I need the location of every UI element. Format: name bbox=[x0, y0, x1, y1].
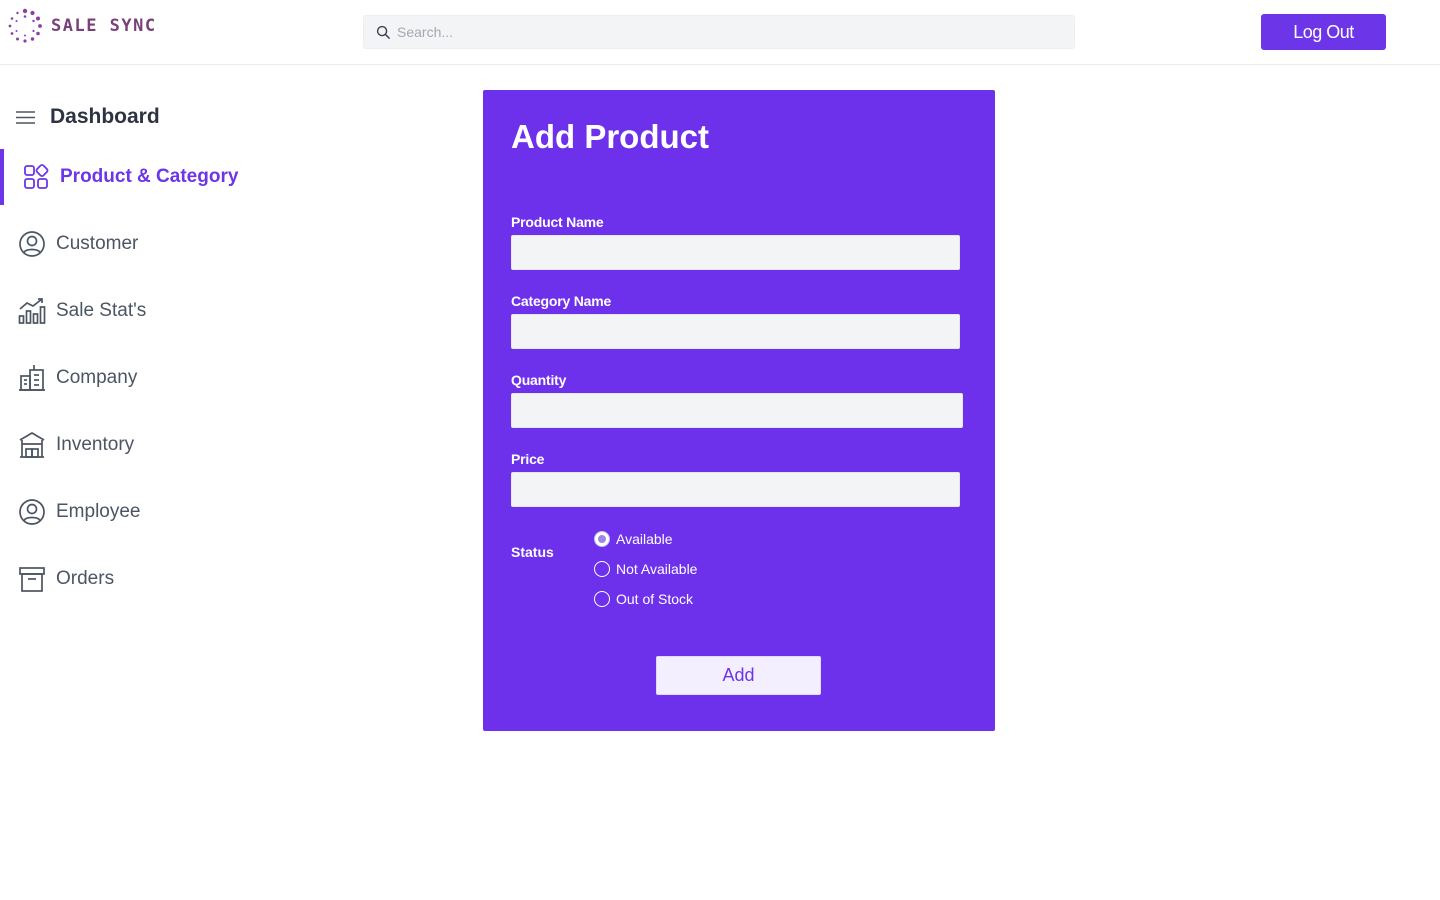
warehouse-icon bbox=[19, 432, 45, 458]
sidebar-item-label: Company bbox=[56, 367, 138, 388]
add-product-card: Add Product Product Name Category Name Q… bbox=[483, 90, 995, 731]
hamburger-menu-icon[interactable] bbox=[16, 110, 35, 125]
user-circle-icon bbox=[19, 231, 45, 257]
sidebar-item-employee[interactable]: Employee bbox=[0, 484, 300, 540]
category-name-input[interactable] bbox=[511, 314, 960, 349]
archive-box-icon bbox=[19, 567, 45, 592]
logo-text: SALE SYNC bbox=[51, 16, 157, 36]
top-header: SALE SYNC Log Out bbox=[0, 0, 1440, 65]
search-input[interactable] bbox=[397, 24, 1057, 40]
sidebar-item-label: Customer bbox=[56, 233, 139, 254]
grid-shapes-icon bbox=[24, 164, 49, 189]
bar-chart-icon bbox=[18, 298, 46, 324]
product-name-label: Product Name bbox=[511, 214, 604, 230]
add-button[interactable]: Add bbox=[656, 656, 821, 695]
price-input[interactable] bbox=[511, 472, 960, 507]
sidebar-item-product-category[interactable]: Product & Category bbox=[0, 149, 300, 205]
buildings-icon bbox=[19, 365, 45, 391]
sidebar-item-label: Orders bbox=[56, 568, 115, 589]
sidebar-item-label: Inventory bbox=[56, 434, 135, 455]
radio-button[interactable] bbox=[594, 561, 610, 577]
sidebar-item-customer[interactable]: Customer bbox=[0, 216, 300, 272]
search-icon bbox=[376, 25, 390, 39]
logout-button[interactable]: Log Out bbox=[1261, 14, 1386, 50]
sidebar-item-label: Product & Category bbox=[60, 166, 239, 187]
logo[interactable]: SALE SYNC bbox=[7, 8, 157, 44]
status-label: Status bbox=[511, 544, 554, 560]
sidebar-item-company[interactable]: Company bbox=[0, 350, 300, 406]
search-bar[interactable] bbox=[363, 15, 1075, 49]
status-option-available[interactable]: Available bbox=[594, 531, 673, 547]
sidebar-item-label: Sale Stat's bbox=[56, 300, 147, 321]
category-name-label: Category Name bbox=[511, 293, 612, 309]
price-label: Price bbox=[511, 451, 545, 467]
radio-label: Not Available bbox=[616, 561, 698, 577]
sidebar-header: Dashboard bbox=[16, 105, 160, 129]
quantity-input[interactable] bbox=[511, 393, 963, 428]
sidebar-item-sale-stats[interactable]: Sale Stat's bbox=[0, 283, 300, 339]
radio-label: Out of Stock bbox=[616, 591, 694, 607]
form-title: Add Product bbox=[511, 118, 709, 155]
product-name-input[interactable] bbox=[511, 235, 960, 270]
radio-button-checked[interactable] bbox=[594, 531, 610, 547]
status-option-out-of-stock[interactable]: Out of Stock bbox=[594, 591, 693, 607]
sidebar-item-orders[interactable]: Orders bbox=[0, 551, 300, 607]
sidebar: Dashboard Product & Category Customer Sa… bbox=[0, 65, 300, 900]
quantity-label: Quantity bbox=[511, 372, 567, 388]
status-option-not-available[interactable]: Not Available bbox=[594, 561, 697, 577]
user-circle-icon bbox=[19, 499, 45, 525]
sidebar-item-inventory[interactable]: Inventory bbox=[0, 417, 300, 473]
logo-ring-icon bbox=[8, 8, 42, 43]
radio-button[interactable] bbox=[594, 591, 610, 607]
sidebar-title: Dashboard bbox=[50, 105, 160, 128]
sidebar-item-label: Employee bbox=[56, 501, 141, 522]
radio-label: Available bbox=[616, 531, 673, 547]
